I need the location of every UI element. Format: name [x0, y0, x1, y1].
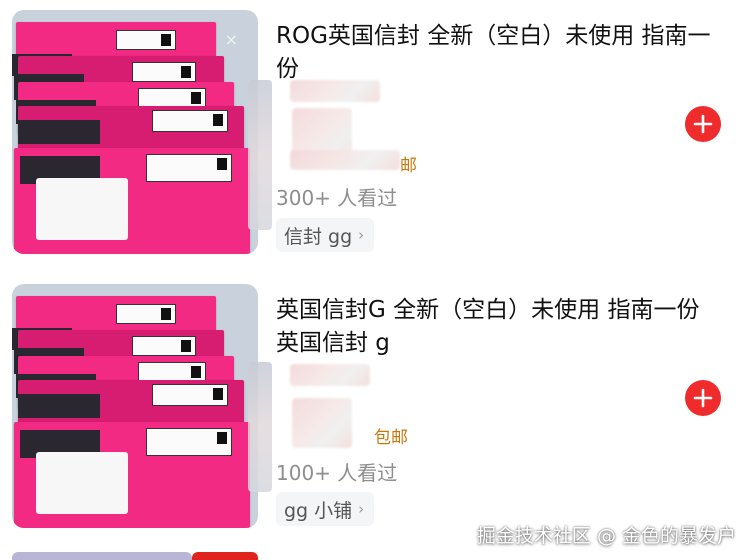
blurred-region — [290, 150, 400, 170]
product-title[interactable]: 英国信封G 全新（空白）未使用 指南一份 英国信封 g — [276, 294, 716, 360]
close-icon[interactable]: × — [225, 32, 238, 48]
shipping-badge: 包邮 — [374, 428, 408, 448]
chevron-right-icon: › — [358, 226, 365, 244]
shipping-badge: 邮 — [400, 156, 417, 176]
chevron-right-icon: › — [358, 500, 365, 518]
blurred-region — [290, 80, 380, 102]
product-thumbnail[interactable]: × — [12, 10, 258, 254]
blurred-region — [292, 398, 352, 448]
view-count: 300+ 人看过 — [276, 186, 398, 210]
add-button[interactable] — [685, 380, 721, 416]
shop-link[interactable]: 信封 gg › — [276, 218, 375, 252]
next-card-peek — [192, 552, 258, 560]
next-card-peek — [12, 552, 192, 560]
plus-icon — [693, 388, 713, 408]
product-title[interactable]: ROG英国信封 全新（空白）未使用 指南一份 — [276, 20, 716, 86]
blurred-region — [248, 362, 272, 492]
product-thumbnail[interactable] — [12, 284, 258, 528]
view-count: 100+ 人看过 — [276, 461, 398, 485]
watermark: 掘金技术社区 @ 金色的暴发户 — [476, 525, 736, 547]
shop-name: gg 小铺 — [284, 499, 353, 522]
add-button[interactable] — [685, 106, 721, 142]
product-card[interactable]: × ROG英国信封 全新（空白）未使用 指南一份 邮 300+ 人看过 信封 g… — [0, 0, 752, 270]
product-card[interactable]: 英国信封G 全新（空白）未使用 指南一份 英国信封 g 包邮 100+ 人看过 … — [0, 274, 752, 544]
blurred-region — [290, 364, 370, 386]
shop-link[interactable]: gg 小铺 › — [276, 492, 375, 526]
blurred-region — [248, 80, 272, 230]
shop-name: 信封 gg — [284, 225, 353, 248]
plus-icon — [693, 114, 713, 134]
